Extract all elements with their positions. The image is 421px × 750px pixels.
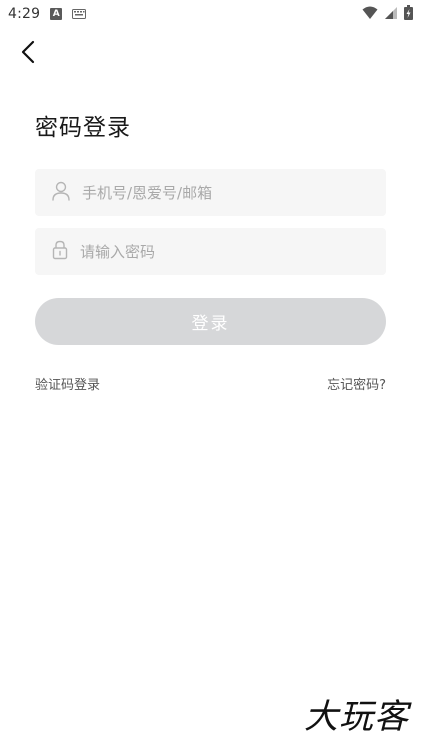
account-input[interactable] (82, 183, 362, 202)
sms-login-link[interactable]: 验证码登录 (35, 374, 100, 393)
user-icon (52, 181, 70, 205)
status-left: 4:29 A (8, 6, 87, 22)
back-button[interactable] (12, 38, 44, 70)
lock-icon (52, 240, 68, 264)
password-input[interactable] (80, 242, 360, 261)
login-button[interactable]: 登录 (35, 298, 386, 345)
accessibility-notification-icon: A (50, 8, 63, 20)
page-title: 密码登录 (35, 115, 131, 141)
status-time: 4:29 (8, 6, 41, 22)
account-field[interactable] (35, 169, 386, 216)
forgot-password-link[interactable]: 忘记密码? (327, 374, 386, 393)
keyboard-icon (72, 9, 87, 19)
wifi-icon (362, 5, 378, 24)
password-field[interactable] (35, 228, 386, 275)
chevron-left-icon (21, 40, 35, 68)
status-bar: 4:29 A (0, 0, 421, 28)
watermark-logo: 大玩客 (304, 697, 409, 737)
battery-icon (404, 4, 413, 24)
signal-icon (384, 5, 398, 24)
status-right (362, 4, 413, 24)
